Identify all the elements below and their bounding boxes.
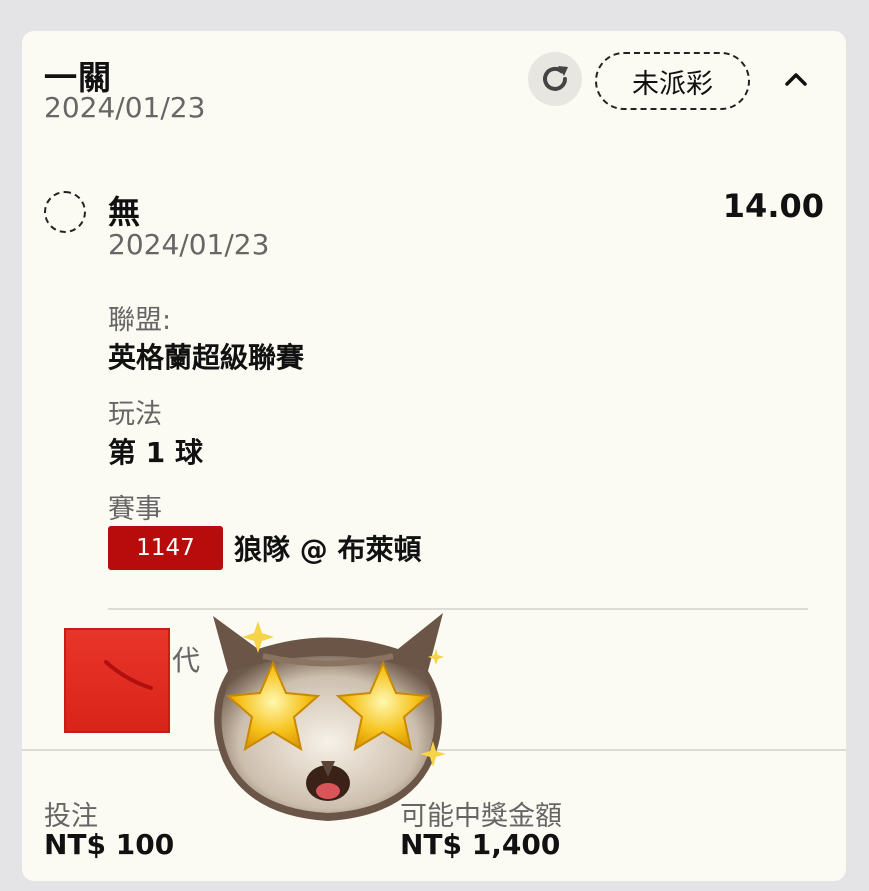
event-label: 賽事 bbox=[108, 494, 162, 525]
event-id-badge: 1147 bbox=[108, 526, 223, 570]
refresh-button[interactable] bbox=[528, 52, 582, 106]
collapse-button[interactable] bbox=[780, 63, 812, 95]
market-label: 玩法 bbox=[108, 399, 162, 430]
selection-status-icon bbox=[44, 191, 86, 233]
selection-date: 2024/01/23 bbox=[108, 228, 270, 261]
potential-payout-value: NT$ 1,400 bbox=[400, 828, 561, 861]
red-block bbox=[64, 628, 170, 733]
owl-star-eyes-sticker bbox=[213, 613, 446, 821]
stake-value: NT$ 100 bbox=[44, 828, 175, 861]
selection-name: 無 bbox=[108, 193, 141, 231]
chevron-up-icon bbox=[785, 73, 807, 86]
bet-card: 一關 2024/01/23 未派彩 無 14.00 2024/01/23 聯盟:… bbox=[22, 31, 846, 881]
payout-status-badge: 未派彩 bbox=[595, 52, 750, 110]
event-name: 狼隊 @ 布萊頓 bbox=[234, 533, 422, 566]
selection-odds: 14.00 bbox=[722, 187, 824, 225]
event-row: 1147 狼隊 @ 布萊頓 bbox=[108, 526, 422, 570]
bet-date: 2024/01/23 bbox=[44, 91, 206, 124]
refresh-icon bbox=[543, 66, 568, 91]
market-value: 第 1 球 bbox=[108, 436, 203, 469]
league-value: 英格蘭超級聯賽 bbox=[108, 341, 305, 374]
league-label: 聯盟: bbox=[108, 305, 172, 336]
